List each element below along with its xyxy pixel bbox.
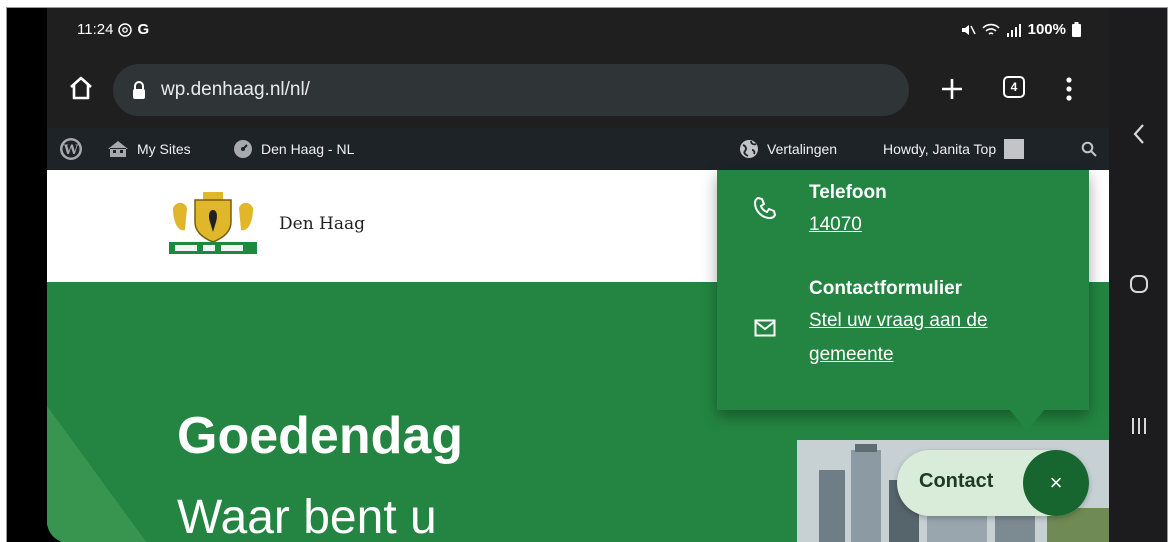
device-frame: 11:24 G 100% wp.denhaag.nl/nl/ 4 W My Si… — [6, 7, 1168, 542]
mail-icon — [751, 314, 779, 342]
phone-number-link[interactable]: 14070 — [809, 208, 862, 242]
phone-label: Telefoon — [809, 182, 887, 203]
wifi-icon — [982, 23, 1000, 35]
hero-greeting: Goedendag — [177, 407, 464, 465]
back-button[interactable] — [1109, 114, 1167, 154]
site-name-label: Den Haag - NL — [261, 141, 355, 157]
home-button[interactable] — [67, 74, 95, 102]
overflow-menu-button[interactable] — [1059, 72, 1079, 106]
address-bar[interactable]: wp.denhaag.nl/nl/ — [113, 64, 909, 116]
battery-icon — [1072, 22, 1081, 37]
translations-label: Vertalingen — [767, 141, 838, 157]
recents-button[interactable] — [1109, 406, 1167, 446]
lock-icon — [131, 79, 151, 101]
sites-icon — [108, 141, 128, 157]
contact-panel: Telefoon 14070 Contactformulier Stel uw … — [717, 170, 1089, 410]
status-left: 11:24 G — [77, 21, 149, 38]
phone-icon — [751, 194, 779, 222]
home-icon — [70, 76, 92, 100]
google-icon: G — [137, 21, 150, 38]
contact-button-label: Contact — [919, 470, 994, 492]
admin-search-button[interactable] — [1081, 128, 1097, 170]
plus-icon — [942, 79, 962, 99]
home-nav-button[interactable] — [1109, 264, 1167, 304]
recents-icon — [1132, 418, 1146, 434]
search-icon — [1081, 141, 1097, 157]
svg-text:W: W — [63, 143, 79, 158]
account-menu[interactable]: Howdy, Janita Top — [883, 128, 1025, 170]
browser-screen: 11:24 G 100% wp.denhaag.nl/nl/ 4 W My Si… — [47, 8, 1109, 542]
contact-panel-pointer — [1009, 409, 1045, 431]
site-name-menu[interactable]: Den Haag - NL — [233, 128, 354, 170]
avatar — [1004, 139, 1025, 159]
tab-switcher-button[interactable]: 4 — [1003, 76, 1025, 98]
wp-admin-bar: W My Sites Den Haag - NL Vertalingen How… — [47, 128, 1109, 170]
chevron-left-icon — [1133, 124, 1144, 144]
den-haag-coat-of-arms-logo[interactable] — [165, 190, 261, 256]
new-tab-button[interactable] — [937, 74, 967, 104]
more-vert-icon — [1066, 77, 1072, 101]
status-right: 100% — [960, 21, 1081, 38]
site-logo-text[interactable]: Den Haag — [279, 214, 365, 234]
at-sign-icon — [118, 22, 133, 37]
status-bar: 11:24 G 100% — [47, 8, 1109, 50]
close-icon[interactable]: × — [1023, 450, 1089, 516]
contact-form-link-line1[interactable]: Stel uw vraag aan de — [809, 304, 988, 338]
phone-screen-bezel: 11:24 G 100% wp.denhaag.nl/nl/ 4 W My Si… — [7, 8, 1109, 542]
contact-form-label: Contactformulier — [809, 278, 963, 299]
circle-home-icon — [1130, 275, 1148, 293]
hero-subline: Waar bent u — [177, 491, 437, 542]
contact-form-link-line2[interactable]: gemeente — [809, 338, 894, 372]
wp-logo-button[interactable]: W — [59, 128, 83, 170]
contact-toggle-button[interactable]: Contact × — [897, 450, 1089, 516]
dashboard-icon — [234, 140, 252, 158]
howdy-label: Howdy, Janita Top — [883, 141, 997, 157]
wordpress-icon: W — [60, 138, 82, 160]
my-sites-menu[interactable]: My Sites — [107, 128, 191, 170]
battery-level: 100% — [1027, 21, 1066, 38]
mute-icon — [961, 24, 976, 35]
translations-menu[interactable]: Vertalingen — [739, 128, 837, 170]
hero-decoration — [47, 406, 147, 542]
url-text: wp.denhaag.nl/nl/ — [161, 79, 310, 100]
clock: 11:24 — [77, 21, 114, 38]
my-sites-label: My Sites — [137, 141, 191, 157]
signal-icon — [1006, 23, 1021, 37]
globe-icon — [740, 140, 758, 158]
android-navigation-bar — [1109, 8, 1167, 542]
browser-toolbar: wp.denhaag.nl/nl/ 4 — [47, 50, 1109, 128]
